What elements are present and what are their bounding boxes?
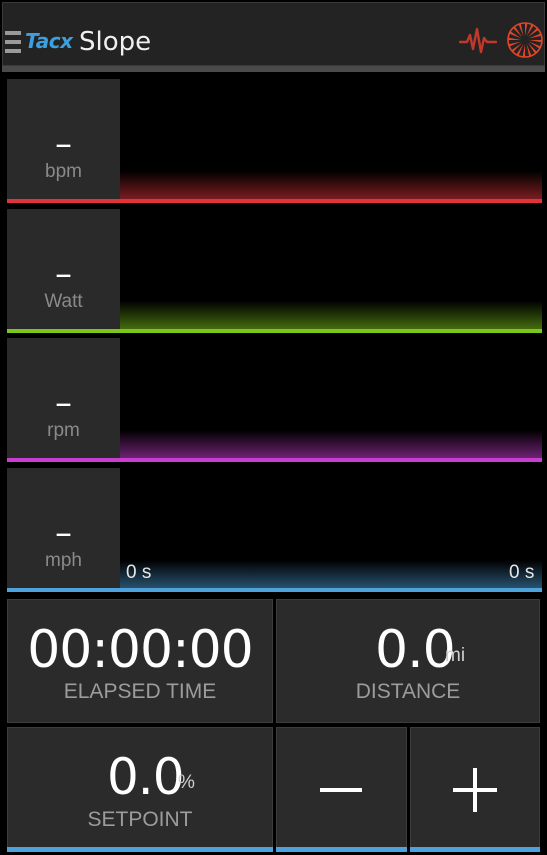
speed-glow [120, 560, 542, 588]
heart-rate-glow [120, 171, 542, 199]
power-value: – [55, 254, 72, 294]
heart-rate-panel: – bpm [7, 79, 542, 205]
menu-icon[interactable] [5, 31, 21, 53]
heart-pulse-icon[interactable] [459, 25, 497, 55]
time-axis-end: 0 s [509, 562, 535, 583]
power-line [7, 329, 542, 333]
increase-button[interactable] [410, 727, 540, 852]
header-underline [2, 66, 545, 72]
header-bar: Tacx Slope [2, 2, 545, 66]
time-axis-start: 0 s [126, 562, 152, 583]
power-unit: Watt [44, 291, 83, 312]
distance-tile: 0.0 mi DISTANCE [276, 599, 540, 723]
elapsed-time-label: ELAPSED TIME [63, 680, 217, 703]
power-box: – Watt [7, 209, 120, 329]
speed-panel: – mph [7, 468, 542, 594]
setpoint-value: 0.0 [107, 748, 185, 806]
heart-rate-value: – [55, 124, 72, 164]
speed-line [7, 588, 542, 592]
cadence-box: – rpm [7, 338, 120, 458]
cadence-panel: – rpm [7, 338, 542, 464]
plus-icon [453, 767, 497, 812]
app-header: Tacx Slope [0, 0, 547, 74]
distance-label: DISTANCE [355, 680, 461, 703]
power-panel: – Watt [7, 209, 542, 335]
setpoint-unit: % [178, 772, 195, 793]
cadence-glow [120, 430, 542, 458]
distance-value: 0.0 [375, 620, 456, 680]
heart-rate-line [7, 199, 542, 203]
distance-unit: mi [445, 645, 466, 666]
speed-value: – [55, 513, 72, 553]
power-glow [120, 301, 542, 329]
speed-box: – mph [7, 468, 120, 588]
setpoint-label: SETPOINT [87, 808, 193, 831]
decrease-button[interactable] [276, 727, 407, 852]
heart-rate-unit: bpm [45, 161, 82, 182]
minus-icon [319, 787, 362, 792]
cadence-unit: rpm [47, 420, 80, 441]
heart-rate-box: – bpm [7, 79, 120, 199]
cadence-value: – [55, 383, 72, 423]
speed-unit: mph [45, 550, 82, 571]
brand-logo: Tacx [25, 29, 73, 53]
cadence-line [7, 458, 542, 462]
elapsed-time-value: 00:00:00 [27, 620, 254, 680]
page-title: Slope [79, 27, 152, 57]
tacx-wheel-icon[interactable] [507, 22, 543, 58]
elapsed-time-tile: 00:00:00 ELAPSED TIME [7, 599, 273, 723]
setpoint-tile: 0.0 % SETPOINT [7, 727, 273, 852]
